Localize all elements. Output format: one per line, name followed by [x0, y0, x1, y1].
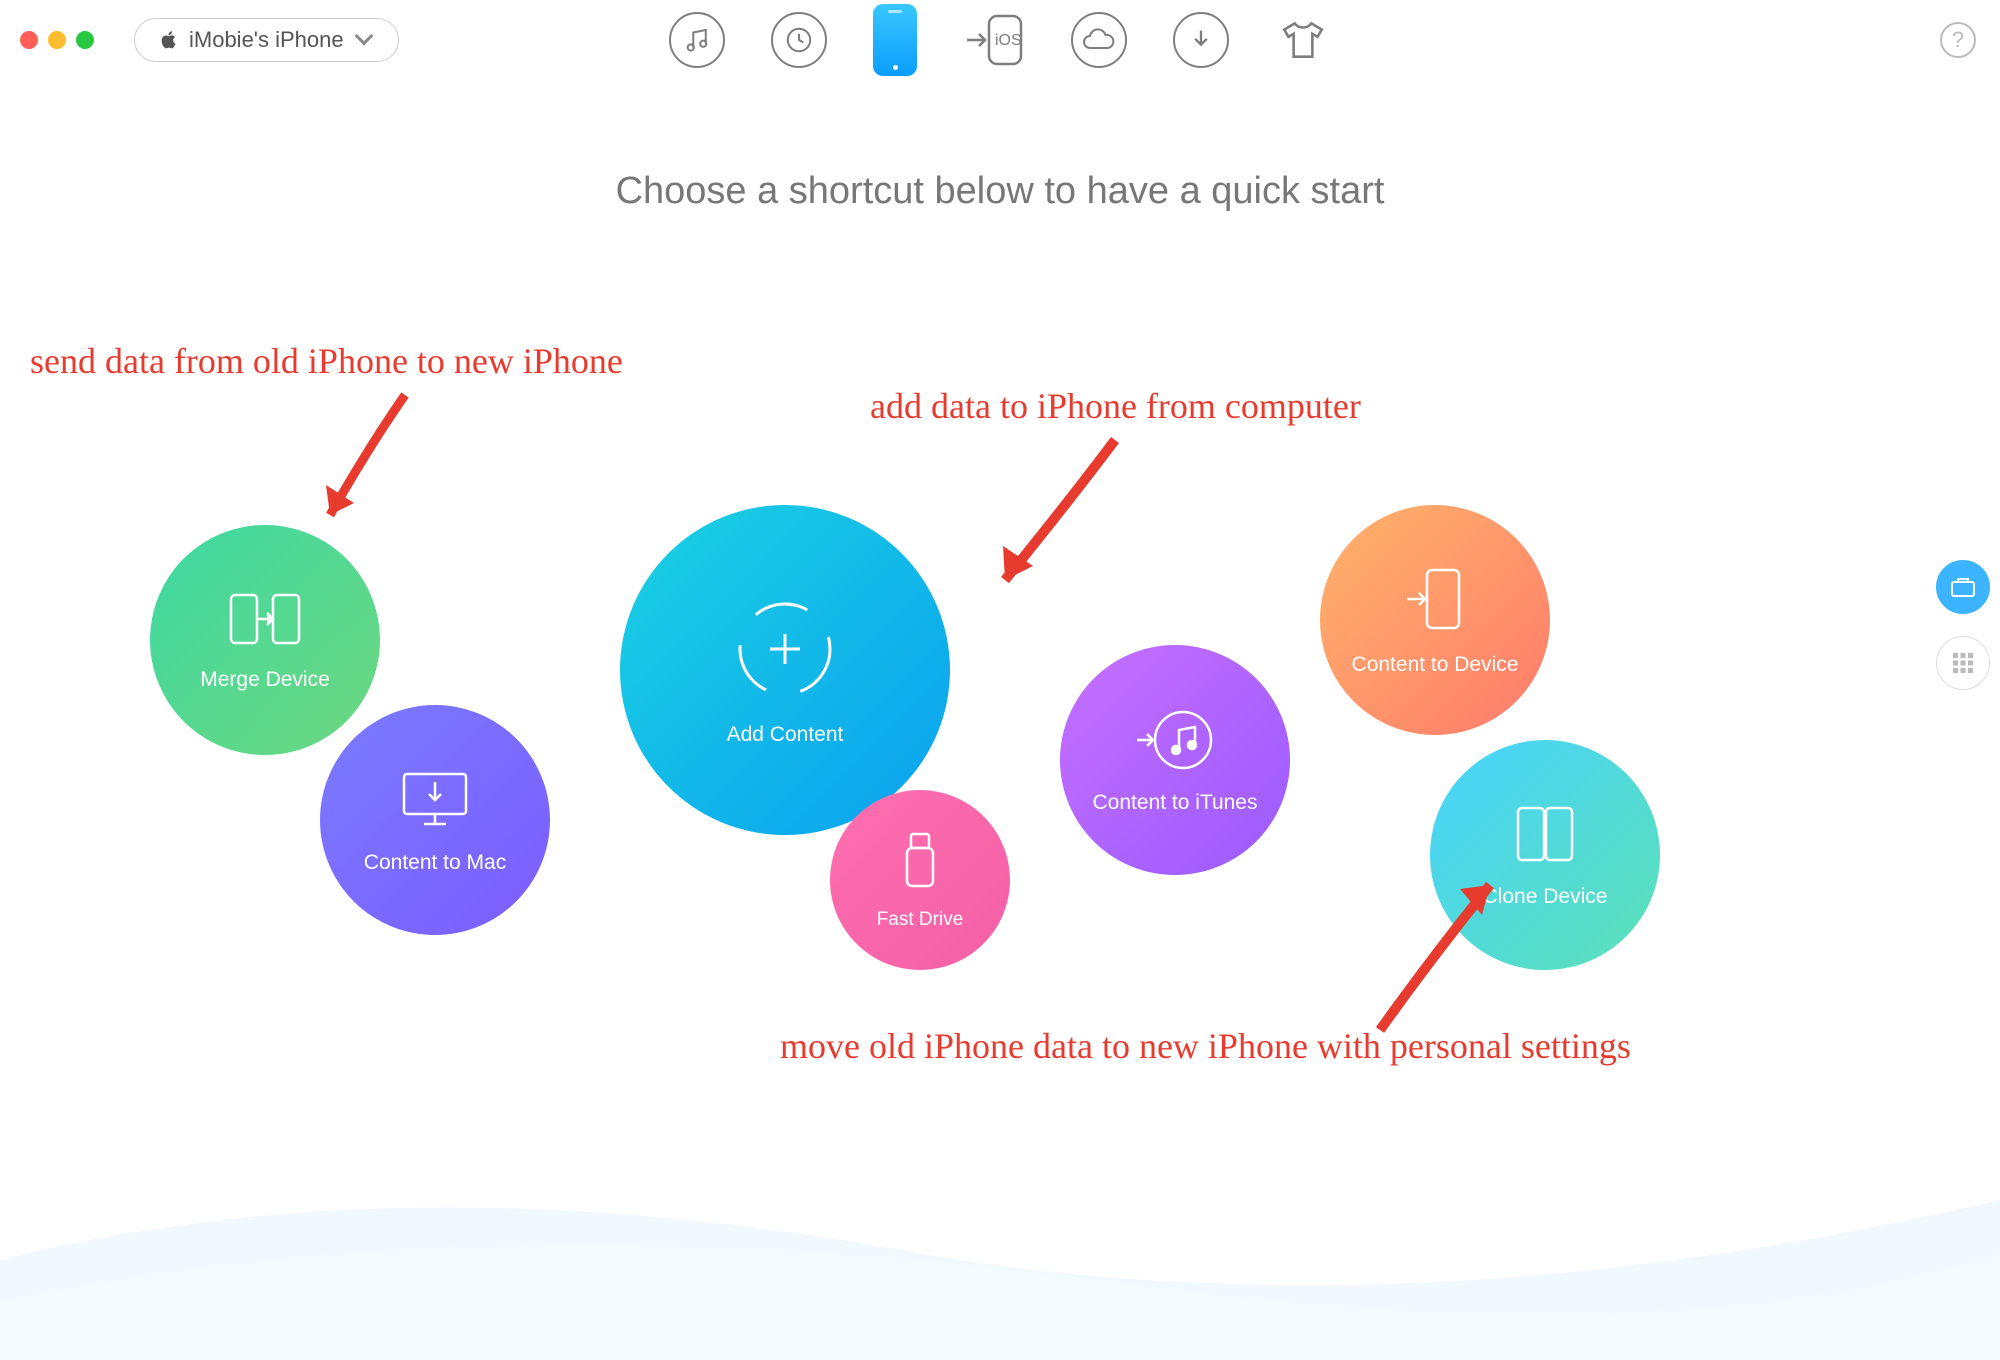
arrow-2	[980, 430, 1130, 600]
nav-music-button[interactable]	[669, 12, 725, 68]
shortcut-label: Fast Drive	[877, 909, 964, 931]
usb-drive-icon	[901, 830, 939, 895]
clone-device-icon	[1512, 802, 1578, 871]
itunes-transfer-icon	[1133, 706, 1217, 777]
close-window-button[interactable]	[20, 31, 38, 49]
window-controls	[20, 31, 94, 49]
maximize-window-button[interactable]	[76, 31, 94, 49]
merge-device-icon	[225, 589, 305, 654]
nav-device-button[interactable]	[873, 4, 917, 76]
apple-icon	[159, 28, 179, 52]
dock-grid-button[interactable]	[1936, 636, 1990, 690]
shortcut-add-content[interactable]: Add Content	[620, 505, 950, 835]
toolbar: iMobie's iPhone iOS ?	[0, 0, 2000, 80]
add-content-icon	[730, 594, 840, 709]
annot-1: send data from old iPhone to new iPhone	[30, 340, 623, 382]
background-waves	[0, 1080, 2000, 1360]
nav-to-ios-button[interactable]: iOS	[963, 12, 1025, 68]
nav-download-button[interactable]	[1173, 12, 1229, 68]
annot-2: add data to iPhone from computer	[870, 385, 1361, 427]
main-content: Choose a shortcut below to have a quick …	[0, 170, 2000, 1360]
chevron-down-icon	[354, 28, 374, 52]
help-button[interactable]: ?	[1940, 22, 1976, 58]
shortcut-label: Add Content	[727, 723, 844, 747]
shortcut-label: Content to iTunes	[1093, 791, 1258, 815]
shortcut-content-to-itunes[interactable]: Content to iTunes	[1060, 645, 1290, 875]
nav-skin-button[interactable]	[1275, 12, 1331, 68]
monitor-download-icon	[396, 766, 474, 837]
device-dropdown[interactable]: iMobie's iPhone	[134, 18, 399, 62]
shortcut-content-to-mac[interactable]: Content to Mac	[320, 705, 550, 935]
minimize-window-button[interactable]	[48, 31, 66, 49]
arrow-1	[310, 385, 420, 535]
svg-text:iOS: iOS	[995, 32, 1022, 49]
page-heading: Choose a shortcut below to have a quick …	[0, 170, 2000, 213]
shortcut-merge-device[interactable]: Merge Device	[150, 525, 380, 755]
top-nav: iOS	[669, 4, 1331, 76]
arrow-3	[1360, 870, 1510, 1040]
content-to-device-icon	[1403, 564, 1467, 639]
device-name: iMobie's iPhone	[189, 27, 344, 53]
shortcut-label: Content to Device	[1352, 653, 1519, 677]
shortcut-fast-drive[interactable]: Fast Drive	[830, 790, 1010, 970]
shortcut-label: Content to Mac	[364, 851, 506, 875]
nav-history-button[interactable]	[771, 12, 827, 68]
shortcut-content-to-device[interactable]: Content to Device	[1320, 505, 1550, 735]
side-dock	[1936, 560, 2000, 690]
nav-cloud-button[interactable]	[1071, 12, 1127, 68]
shortcut-label: Merge Device	[200, 668, 330, 692]
dock-shortcuts-button[interactable]	[1936, 560, 1990, 614]
